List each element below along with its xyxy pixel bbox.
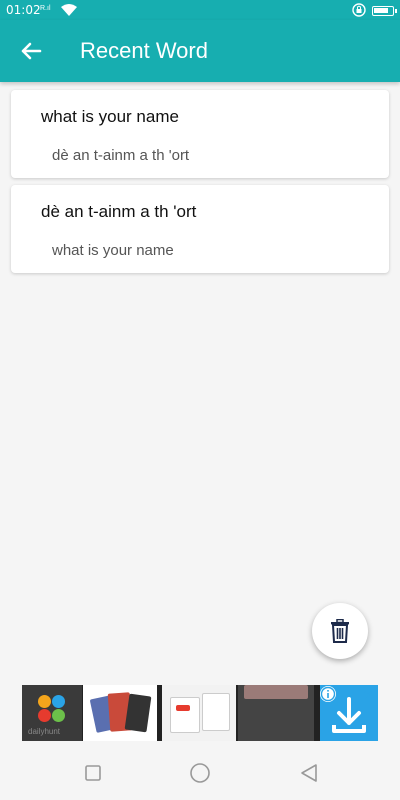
ad-brand-label: dailyhunt [28,727,61,736]
back-arrow-icon[interactable] [16,36,46,66]
ad-image-tile [83,685,157,741]
status-time: 01:02 [6,3,41,17]
system-nav-bar [0,744,400,800]
recent-word-text: what is your name [41,107,179,126]
ad-image-tile [238,685,314,741]
trash-icon [331,619,349,643]
ad-info-icon[interactable] [320,686,336,702]
lock-icon [352,3,366,17]
recent-word-translation: what is your name [52,242,174,259]
app-bar: Recent Word [0,20,400,82]
signal-indicator: R.ıl [40,5,51,12]
recent-word-card[interactable]: dè an t-ainm a th 'ort what is your name [11,185,389,273]
status-bar: 01:02 R.ıl [0,0,400,20]
ad-close-icon[interactable]: ✕ [362,688,376,702]
ad-logo-tile: dailyhunt [22,685,82,741]
recent-word-text: dè an t-ainm a th 'ort [41,202,197,221]
battery-icon [372,6,397,16]
home-circle-icon[interactable] [189,762,211,784]
recent-word-translation: dè an t-ainm a th 'ort [52,147,190,164]
wifi-icon [61,4,77,16]
page-title: Recent Word [80,38,208,63]
ad-image-tile [162,685,236,741]
recents-square-icon[interactable] [82,762,104,784]
recent-word-card[interactable]: what is your name dè an t-ainm a th 'ort [11,90,389,178]
delete-all-button[interactable] [312,603,368,659]
back-triangle-icon[interactable] [298,762,320,784]
